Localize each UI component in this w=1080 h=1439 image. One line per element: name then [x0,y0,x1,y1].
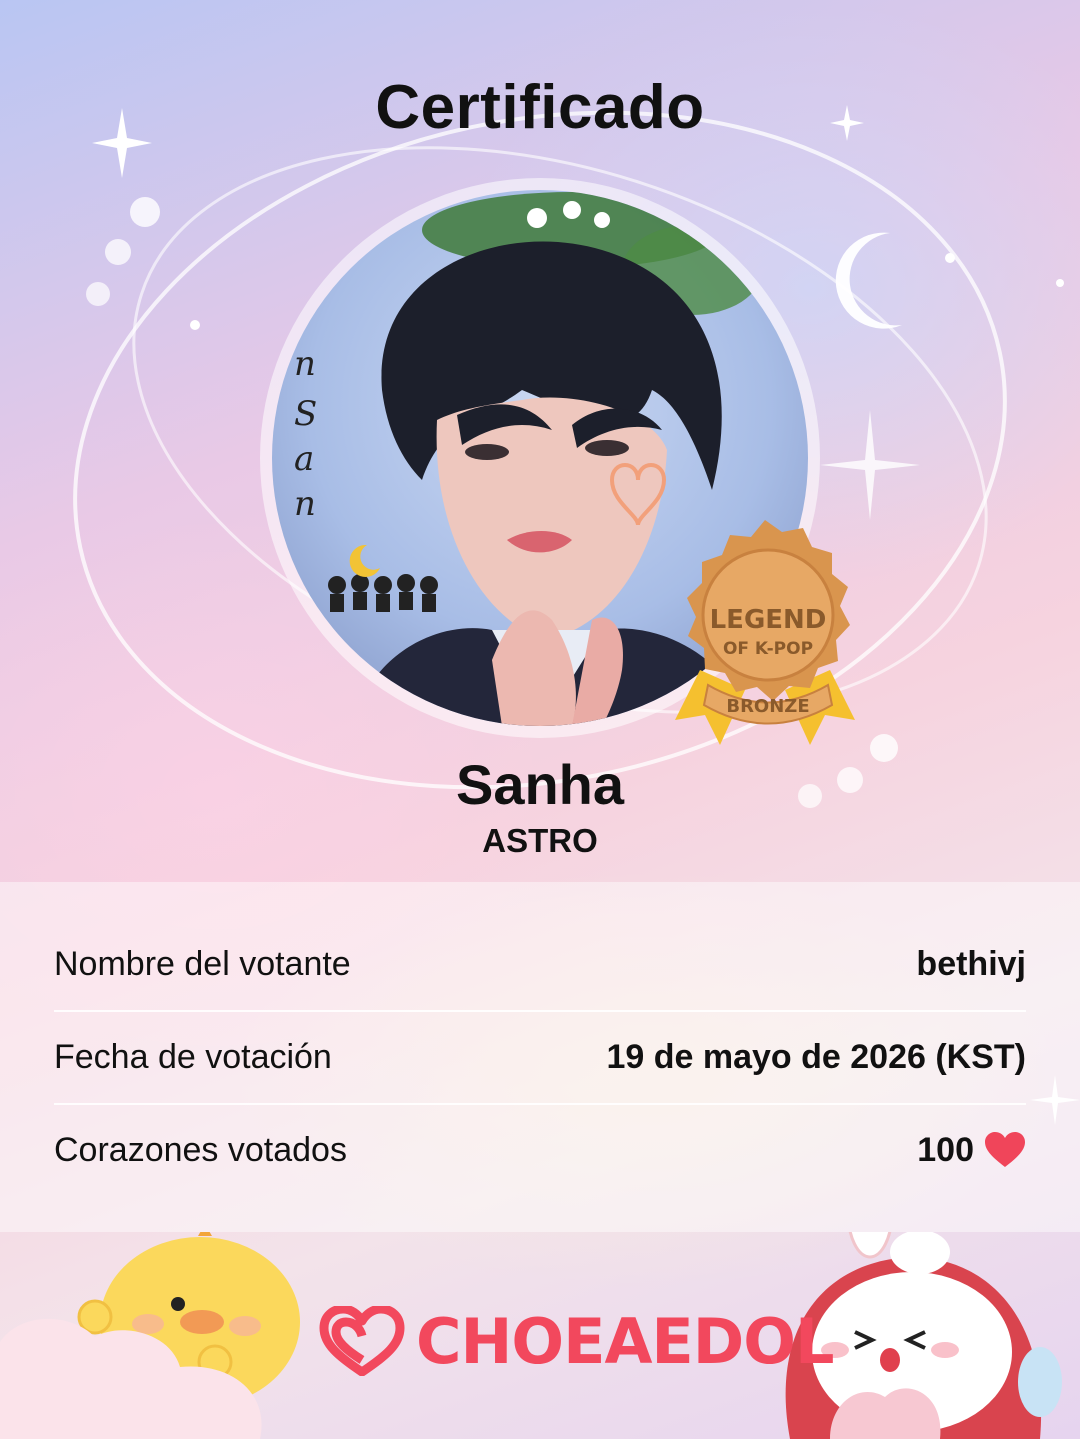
badge-tier: BRONZE [726,696,809,717]
certificate-title: Certificado [375,73,705,142]
heart-icon [985,1132,1025,1167]
hearts-voted-value: 100 [917,1130,974,1169]
badge-line1: LEGEND [710,605,827,635]
vote-date-value: 19 de mayo de 2026 (KST) [606,1037,1026,1076]
idol-name: Sanha [455,753,625,816]
brand-name: CHOEAEDOL [416,1304,834,1378]
moon-icon [835,232,902,329]
voter-name-row: Nombre del votante bethivj [54,918,1026,1010]
choeaedol-logo-icon [319,1306,405,1376]
vote-date-label: Fecha de votación [54,1037,332,1076]
sparkle-icon [820,410,920,520]
voter-name-value: bethivj [916,944,1026,983]
svg-text:S: S [294,394,317,434]
svg-text:n: n [294,484,316,524]
choeaedol-brand: CHOEAEDOL [318,1304,834,1378]
vote-date-row: Fecha de votación 19 de mayo de 2026 (KS… [54,1011,1026,1103]
svg-text:a: a [294,439,314,479]
badge-line2: OF K-POP [723,639,813,659]
hearts-voted-label: Corazones votados [54,1130,347,1169]
legend-badge: LEGEND OF K-POP BRONZE [660,520,870,755]
voter-name-label: Nombre del votante [54,944,351,983]
idol-group: ASTRO [482,822,598,859]
svg-text:n: n [294,344,316,384]
hearts-voted-group: 100 [917,1131,1026,1170]
hearts-voted-row: Corazones votados 100 [54,1104,1026,1196]
